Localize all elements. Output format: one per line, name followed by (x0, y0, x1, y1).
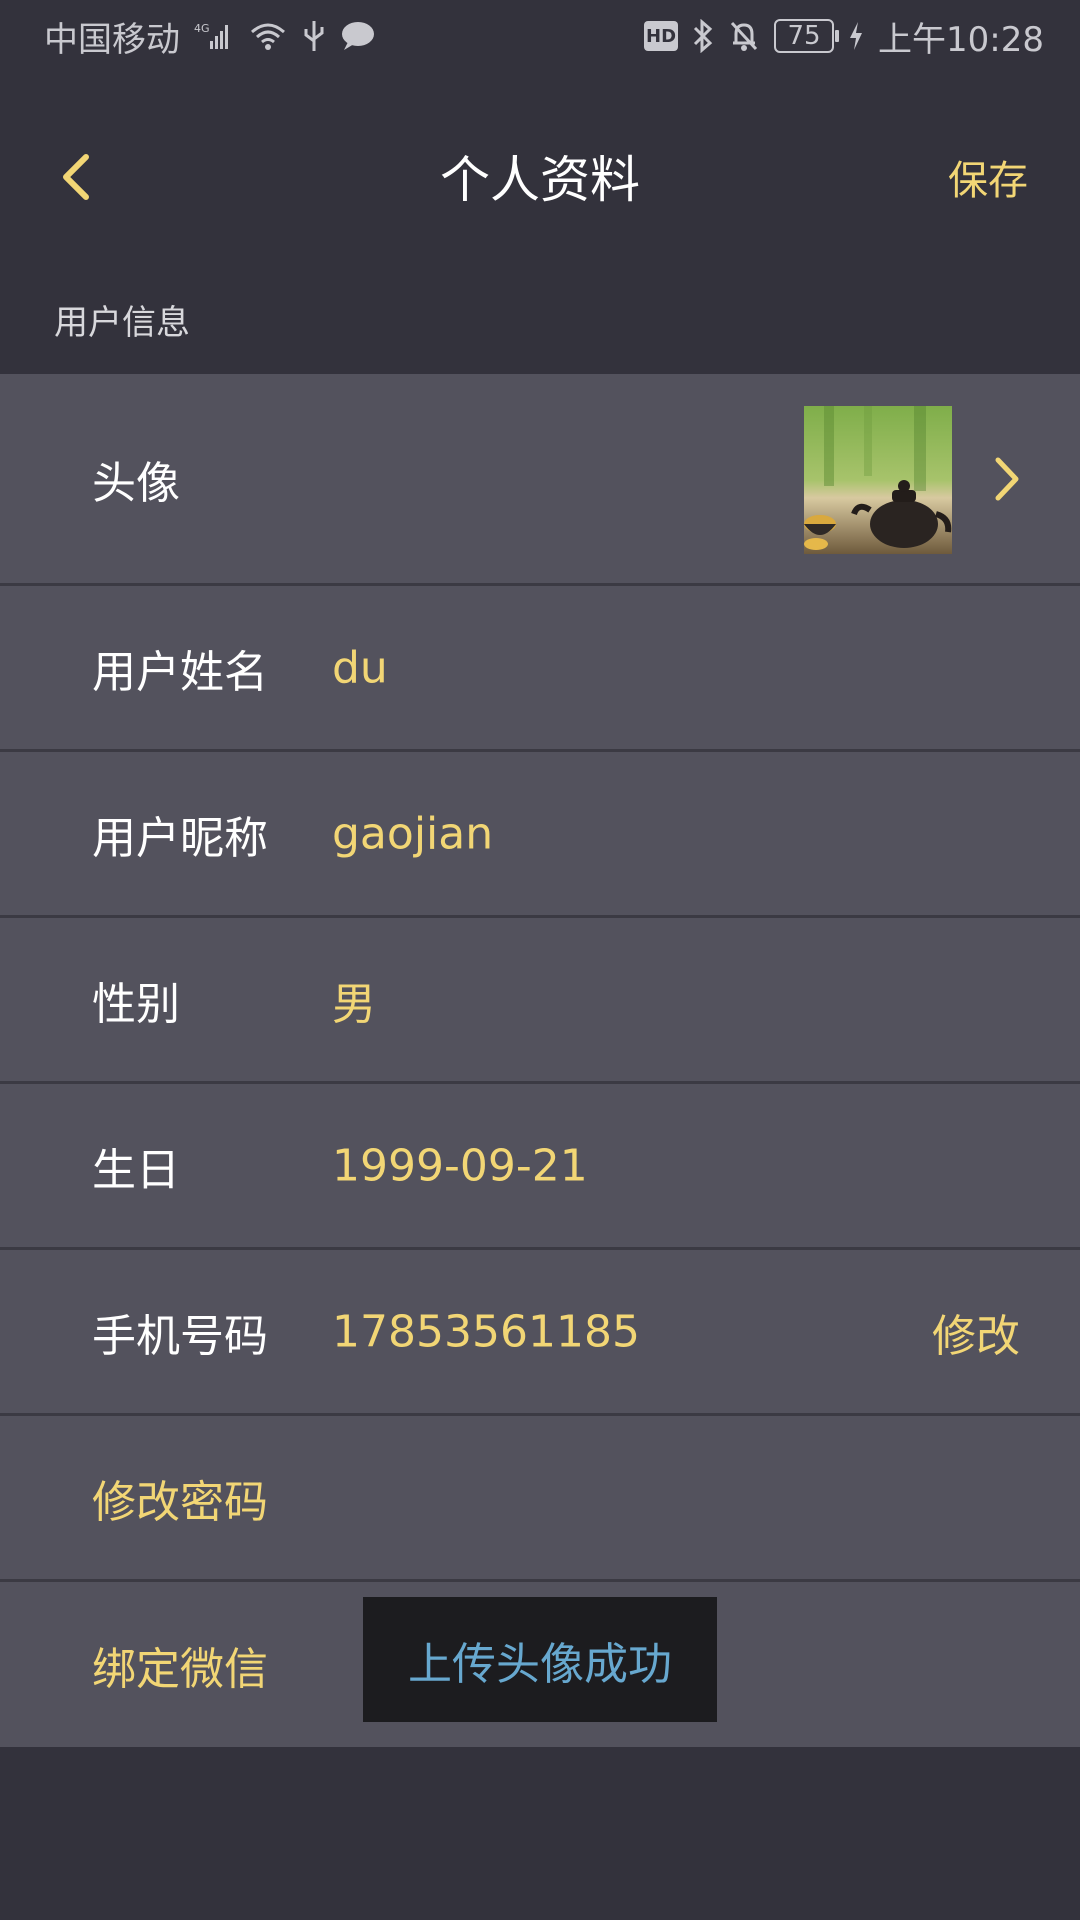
message-icon (340, 20, 376, 52)
battery-level: 75 (787, 21, 821, 51)
username-value[interactable]: du (332, 642, 388, 693)
carrier-name: 中国移动 (44, 19, 180, 60)
change-password-label: 修改密码 (92, 1476, 268, 1528)
avatar-row[interactable]: 头像 (0, 374, 1080, 586)
avatar-image[interactable] (804, 406, 952, 554)
nickname-row[interactable]: 用户昵称 gaojian (0, 752, 1080, 918)
edit-phone-button[interactable]: 修改 (932, 1300, 1020, 1364)
nickname-label: 用户昵称 (92, 812, 268, 864)
save-button[interactable]: 保存 (948, 148, 1028, 206)
birthday-value[interactable]: 1999-09-21 (332, 1140, 588, 1191)
battery-icon: 75 (774, 19, 840, 53)
nav-bar: 个人资料 保存 (0, 100, 1080, 250)
usb-icon (302, 19, 326, 53)
bell-muted-icon (728, 19, 760, 53)
birthday-label: 生日 (92, 1144, 180, 1196)
avatar-label: 头像 (92, 457, 180, 509)
change-password-row[interactable]: 修改密码 (0, 1416, 1080, 1582)
chevron-right-icon (986, 449, 1026, 509)
page-title: 个人资料 (440, 151, 640, 209)
network-type: 4G (194, 22, 210, 35)
username-row[interactable]: 用户姓名 du (0, 586, 1080, 752)
section-title: 用户信息 (54, 303, 190, 343)
profile-list: 头像 用户姓名 du 用户昵称 gaojian 性别 男 生日 1999-09-… (0, 374, 1080, 1747)
phone-row: 手机号码 17853561185 修改 (0, 1250, 1080, 1416)
wifi-icon (248, 20, 288, 52)
phone-label: 手机号码 (92, 1310, 268, 1362)
status-bar-right: HD 75 上午10:28 (644, 12, 1044, 61)
gender-row[interactable]: 性别 男 (0, 918, 1080, 1084)
username-label: 用户姓名 (92, 646, 268, 698)
charging-icon (848, 21, 864, 51)
gender-value[interactable]: 男 (332, 968, 376, 1032)
birthday-row[interactable]: 生日 1999-09-21 (0, 1084, 1080, 1250)
toast-message: 上传头像成功 (363, 1597, 717, 1722)
signal-icon: 4G (194, 21, 234, 51)
bind-wechat-label: 绑定微信 (92, 1643, 268, 1695)
hd-icon: HD (644, 21, 679, 51)
status-bar: 中国移动 4G HD 75 上午10:28 (0, 0, 1080, 72)
nickname-value[interactable]: gaojian (332, 808, 493, 859)
clock: 上午10:28 (878, 19, 1044, 60)
phone-value: 17853561185 (332, 1306, 640, 1357)
status-bar-left: 中国移动 4G (44, 12, 376, 61)
gender-label: 性别 (92, 978, 180, 1030)
bluetooth-icon (692, 19, 714, 53)
